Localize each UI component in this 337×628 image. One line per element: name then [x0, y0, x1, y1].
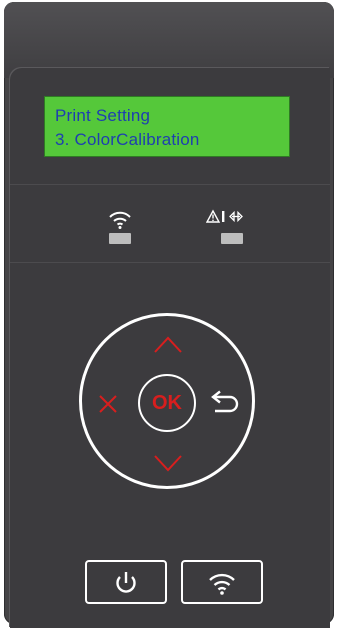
- lcd-line-1: Print Setting: [55, 106, 151, 125]
- chevron-down-icon: [154, 455, 182, 472]
- error-status-led: [221, 233, 243, 244]
- divider-bottom: [10, 262, 330, 263]
- lcd-line-2: 3. ColorCalibration: [55, 130, 200, 149]
- close-icon: [99, 395, 117, 413]
- divider-top: [10, 184, 330, 185]
- back-button[interactable]: [210, 390, 242, 416]
- up-button[interactable]: [153, 332, 183, 356]
- lcd-display: Print Setting 3. ColorCalibration: [44, 96, 290, 157]
- cancel-button[interactable]: [97, 393, 119, 415]
- power-button[interactable]: [85, 560, 167, 604]
- chevron-up-icon: [154, 336, 182, 353]
- ok-button-label: OK: [152, 392, 182, 414]
- warning-error-icon: [205, 208, 246, 230]
- wifi-button[interactable]: [181, 560, 263, 604]
- return-arrow-icon: [211, 390, 239, 413]
- panel-top-bezel: [4, 2, 334, 78]
- power-icon: [116, 572, 136, 593]
- wifi-icon: [100, 208, 140, 230]
- wifi-icon: [209, 573, 235, 595]
- down-button[interactable]: [153, 452, 183, 476]
- wifi-status-led: [109, 233, 131, 244]
